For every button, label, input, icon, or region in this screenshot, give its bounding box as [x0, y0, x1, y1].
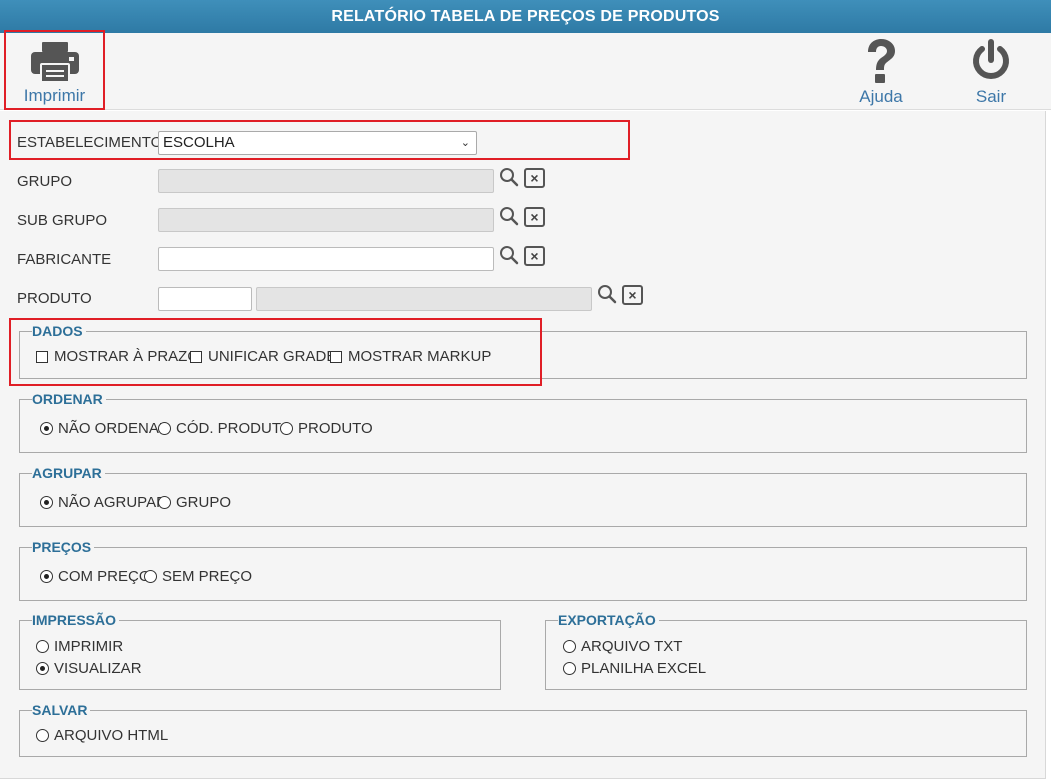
estabelecimento-value: ESCOLHA	[163, 134, 235, 151]
salvar-legend: SALVAR	[32, 702, 91, 718]
ordenar-group: ORDENAR NÃO ORDENAR CÓD. PRODUTO PRODUTO	[19, 391, 1027, 453]
mostrar-markup-checkbox[interactable]: MOSTRAR MARKUP	[330, 348, 491, 365]
print-label: Imprimir	[23, 86, 86, 105]
produto-clear-icon[interactable]: ×	[622, 285, 643, 305]
report-form: ESTABELECIMENTO ESCOLHA ⌄ GRUPO × SUB GR…	[0, 111, 1046, 779]
help-label: Ajuda	[859, 87, 903, 106]
exit-button[interactable]: Sair	[960, 33, 1022, 110]
impressao-group: IMPRESSÃO IMPRIMIR VISUALIZAR	[19, 612, 501, 690]
subgrupo-field[interactable]	[158, 208, 494, 232]
com-preco-radio[interactable]: COM PREÇO	[40, 568, 151, 585]
unificar-grade-checkbox[interactable]: UNIFICAR GRADE	[190, 348, 336, 365]
produto-code-field[interactable]	[158, 287, 252, 311]
nao-agrupar-radio[interactable]: NÃO AGRUPAR	[40, 494, 167, 511]
fabricante-clear-icon[interactable]: ×	[524, 246, 545, 266]
salvar-group: SALVAR ARQUIVO HTML	[19, 702, 1027, 757]
toolbar: Imprimir Ajuda Sair	[0, 30, 1051, 110]
grupo-field[interactable]	[158, 169, 494, 193]
nao-ordenar-radio[interactable]: NÃO ORDENAR	[40, 420, 170, 437]
dados-group: DADOS MOSTRAR À PRAZO UNIFICAR GRADE MOS…	[19, 323, 1027, 379]
print-button[interactable]: Imprimir	[4, 30, 105, 110]
arquivo-html-radio[interactable]: ARQUIVO HTML	[36, 727, 168, 744]
subgrupo-search-icon[interactable]	[498, 205, 520, 227]
precos-group: PREÇOS COM PREÇO SEM PREÇO	[19, 539, 1027, 601]
exportacao-group: EXPORTAÇÃO ARQUIVO TXT PLANILHA EXCEL	[545, 612, 1027, 690]
subgrupo-label: SUB GRUPO	[17, 212, 108, 229]
window-title: RELATÓRIO TABELA DE PREÇOS DE PRODUTOS	[0, 0, 1051, 33]
exit-label: Sair	[975, 87, 1007, 106]
grupo-label: GRUPO	[17, 173, 73, 190]
subgrupo-clear-icon[interactable]: ×	[524, 207, 545, 227]
agrupar-group: AGRUPAR NÃO AGRUPAR GRUPO	[19, 465, 1027, 527]
cod-produto-radio[interactable]: CÓD. PRODUTO	[158, 420, 292, 437]
fabricante-field[interactable]	[158, 247, 494, 271]
sem-preco-radio[interactable]: SEM PREÇO	[144, 568, 252, 585]
agrupar-legend: AGRUPAR	[32, 465, 105, 481]
produto-desc-field[interactable]	[256, 287, 592, 311]
mostrar-prazo-checkbox[interactable]: MOSTRAR À PRAZO	[36, 348, 199, 365]
impressao-legend: IMPRESSÃO	[32, 612, 120, 628]
produto-radio[interactable]: PRODUTO	[280, 420, 373, 437]
exportacao-legend: EXPORTAÇÃO	[558, 612, 659, 628]
produto-label: PRODUTO	[17, 290, 92, 307]
grupo-radio[interactable]: GRUPO	[158, 494, 231, 511]
fabricante-search-icon[interactable]	[498, 244, 520, 266]
fabricante-label: FABRICANTE	[17, 251, 112, 268]
estabelecimento-select[interactable]: ESCOLHA ⌄	[158, 131, 477, 155]
imprimir-radio[interactable]: IMPRIMIR	[36, 638, 123, 655]
dados-legend: DADOS	[32, 323, 86, 339]
grupo-clear-icon[interactable]: ×	[524, 168, 545, 188]
estabelecimento-label: ESTABELECIMENTO	[17, 134, 163, 151]
ordenar-legend: ORDENAR	[32, 391, 106, 407]
visualizar-radio[interactable]: VISUALIZAR	[36, 660, 142, 677]
planilha-excel-radio[interactable]: PLANILHA EXCEL	[563, 660, 706, 677]
help-button[interactable]: Ajuda	[850, 33, 912, 110]
precos-legend: PREÇOS	[32, 539, 95, 555]
produto-search-icon[interactable]	[596, 283, 618, 305]
power-icon	[973, 39, 1009, 79]
grupo-search-icon[interactable]	[498, 166, 520, 188]
question-icon	[868, 39, 895, 83]
chevron-down-icon: ⌄	[460, 137, 470, 149]
printer-icon	[30, 42, 79, 83]
arquivo-txt-radio[interactable]: ARQUIVO TXT	[563, 638, 682, 655]
